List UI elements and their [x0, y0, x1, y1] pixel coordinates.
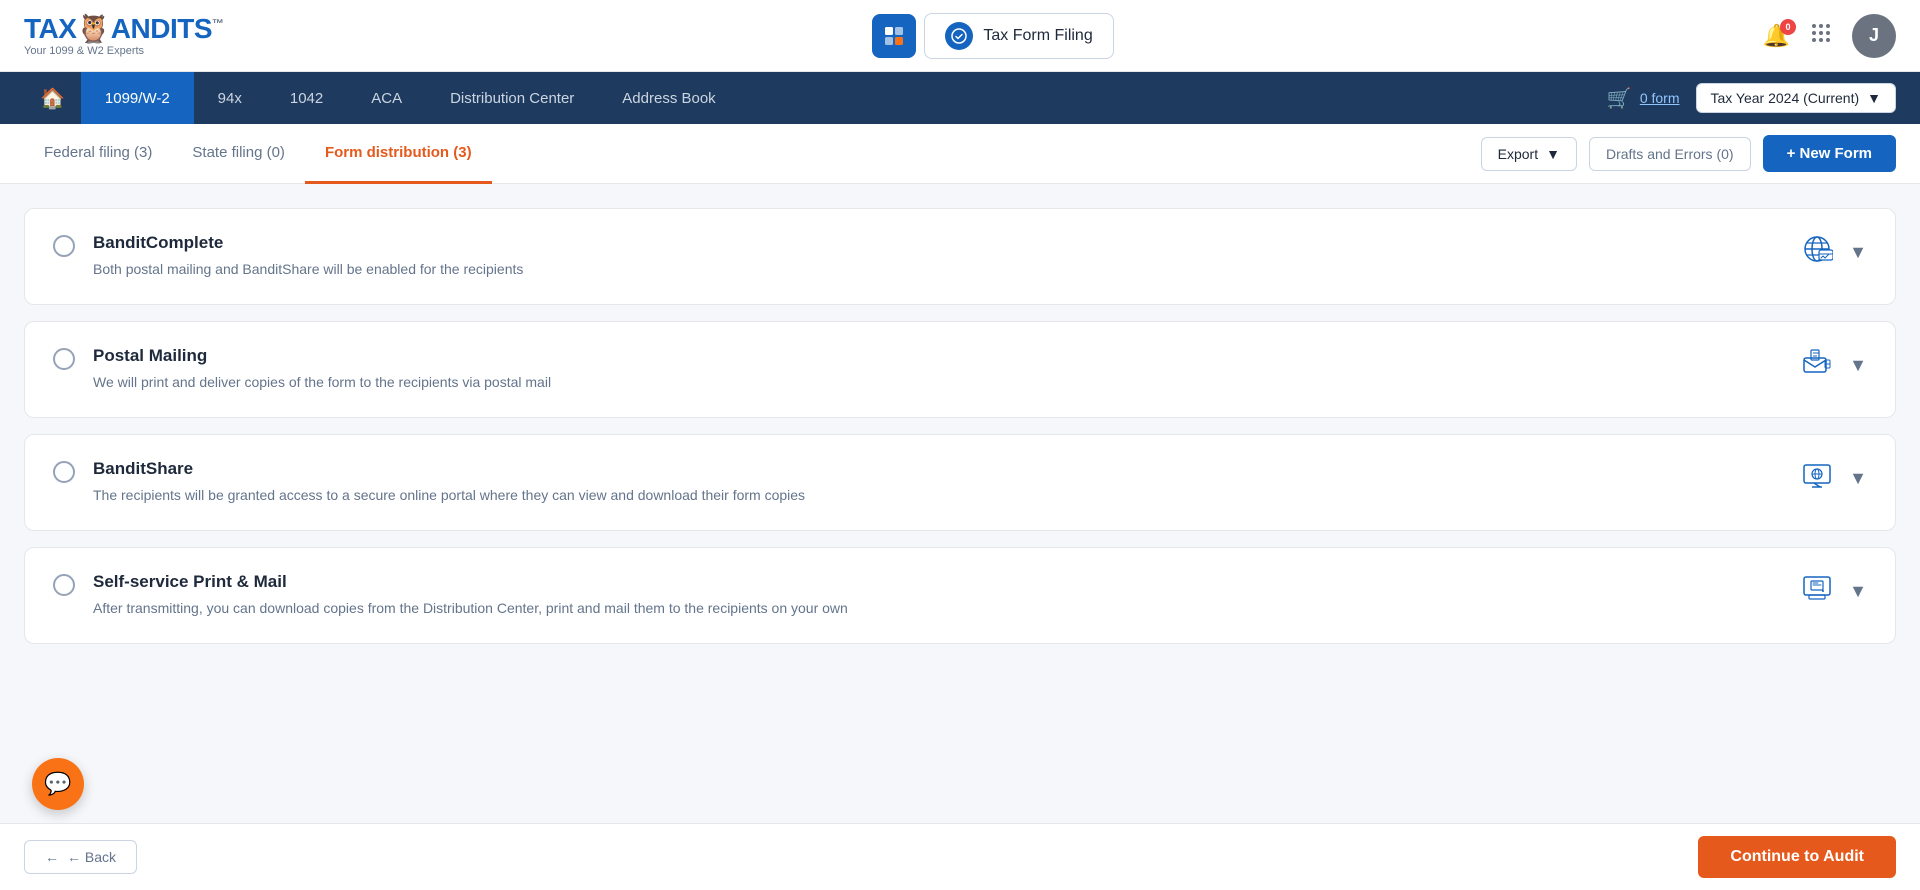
- tax-form-label: Tax Form Filing: [983, 27, 1092, 45]
- postal-mailing-content: Postal Mailing We will print and deliver…: [93, 346, 1783, 393]
- postal-mailing-chevron-icon[interactable]: ▼: [1849, 355, 1867, 376]
- nav-item-1099-w2[interactable]: 1099/W-2: [81, 72, 194, 124]
- postal-mailing-desc: We will print and deliver copies of the …: [93, 372, 1783, 393]
- chevron-down-icon: ▼: [1867, 90, 1881, 106]
- tax-year-select[interactable]: Tax Year 2024 (Current) ▼: [1696, 83, 1897, 113]
- tab-state-filing[interactable]: State filing (0): [172, 124, 305, 184]
- tax-form-icon: [945, 22, 973, 50]
- postal-mailing-radio[interactable]: [53, 348, 75, 370]
- self-service-content: Self-service Print & Mail After transmit…: [93, 572, 1783, 619]
- self-service-chevron-icon[interactable]: ▼: [1849, 581, 1867, 602]
- user-avatar[interactable]: J: [1852, 14, 1896, 58]
- self-service-title: Self-service Print & Mail: [93, 572, 1783, 592]
- chat-bubble[interactable]: 💬: [32, 758, 84, 810]
- back-arrow-icon: ←: [45, 849, 59, 865]
- postal-mailing-title: Postal Mailing: [93, 346, 1783, 366]
- bandit-share-chevron-icon[interactable]: ▼: [1849, 468, 1867, 489]
- bandit-share-radio[interactable]: [53, 461, 75, 483]
- bandit-share-desc: The recipients will be granted access to…: [93, 485, 1783, 506]
- tab-federal-filing[interactable]: Federal filing (3): [24, 124, 172, 184]
- self-service-icon: [1801, 572, 1833, 611]
- bandit-complete-icon: [1801, 233, 1833, 272]
- bandit-share-card: BanditShare The recipients will be grant…: [24, 434, 1896, 531]
- nav-home[interactable]: 🏠: [24, 72, 81, 124]
- bandit-complete-desc: Both postal mailing and BanditShare will…: [93, 259, 1783, 280]
- header-center: Tax Form Filing: [872, 13, 1113, 59]
- tab-actions: Export ▼ Drafts and Errors (0) + New For…: [1481, 135, 1896, 172]
- bandit-share-icon: [1801, 459, 1833, 498]
- export-chevron-icon: ▼: [1546, 146, 1560, 162]
- logo-sub: Your 1099 & W2 Experts: [24, 45, 144, 57]
- export-button[interactable]: Export ▼: [1481, 137, 1577, 171]
- back-button[interactable]: ← ← Back: [24, 840, 137, 874]
- bandit-complete-right: ▼: [1801, 233, 1867, 272]
- header: TAX🦉ANDITS™ Your 1099 & W2 Experts Tax F…: [0, 0, 1920, 72]
- nav-item-aca[interactable]: ACA: [347, 72, 426, 124]
- bandit-complete-chevron-icon[interactable]: ▼: [1849, 242, 1867, 263]
- bandit-share-content: BanditShare The recipients will be grant…: [93, 459, 1783, 506]
- footer-bar: ← ← Back Continue to Audit: [0, 823, 1920, 890]
- self-service-radio[interactable]: [53, 574, 75, 596]
- cart-label: 0 form: [1640, 90, 1680, 106]
- self-service-right: ▼: [1801, 572, 1867, 611]
- bandit-share-right: ▼: [1801, 459, 1867, 498]
- logo: TAX🦉ANDITS™: [24, 15, 224, 43]
- logo-area: TAX🦉ANDITS™ Your 1099 & W2 Experts: [24, 15, 224, 57]
- nav-item-94x[interactable]: 94x: [194, 72, 266, 124]
- bandit-complete-card: BanditComplete Both postal mailing and B…: [24, 208, 1896, 305]
- notification-badge: 0: [1780, 19, 1796, 35]
- tax-form-button[interactable]: Tax Form Filing: [924, 13, 1113, 59]
- new-form-button[interactable]: + New Form: [1763, 135, 1896, 172]
- cart-icon: 🛒: [1607, 86, 1632, 111]
- postal-mailing-card: Postal Mailing We will print and deliver…: [24, 321, 1896, 418]
- postal-mailing-icon: [1801, 346, 1833, 385]
- nav-right: 🛒 0 form Tax Year 2024 (Current) ▼: [1607, 83, 1896, 113]
- bandit-complete-title: BanditComplete: [93, 233, 1783, 253]
- bandit-complete-radio[interactable]: [53, 235, 75, 257]
- main-content: BanditComplete Both postal mailing and B…: [0, 184, 1920, 890]
- bandit-share-title: BanditShare: [93, 459, 1783, 479]
- notification-button[interactable]: 🔔 0: [1763, 23, 1790, 49]
- apps-grid-icon[interactable]: [1810, 22, 1832, 50]
- header-right: 🔔 0 J: [1763, 14, 1896, 58]
- grid-icon-button[interactable]: [872, 14, 916, 58]
- postal-mailing-right: ▼: [1801, 346, 1867, 385]
- tabs-bar: Federal filing (3) State filing (0) Form…: [0, 124, 1920, 184]
- nav-item-address-book[interactable]: Address Book: [598, 72, 739, 124]
- self-service-card: Self-service Print & Mail After transmit…: [24, 547, 1896, 644]
- bandit-complete-content: BanditComplete Both postal mailing and B…: [93, 233, 1783, 280]
- self-service-desc: After transmitting, you can download cop…: [93, 598, 1783, 619]
- drafts-errors-button[interactable]: Drafts and Errors (0): [1589, 137, 1751, 171]
- cart-area[interactable]: 🛒 0 form: [1607, 86, 1680, 111]
- nav-item-distribution-center[interactable]: Distribution Center: [426, 72, 598, 124]
- nav-bar: 🏠 1099/W-2 94x 1042 ACA Distribution Cen…: [0, 72, 1920, 124]
- nav-item-1042[interactable]: 1042: [266, 72, 347, 124]
- tab-form-distribution[interactable]: Form distribution (3): [305, 124, 492, 184]
- continue-to-audit-button[interactable]: Continue to Audit: [1698, 836, 1896, 878]
